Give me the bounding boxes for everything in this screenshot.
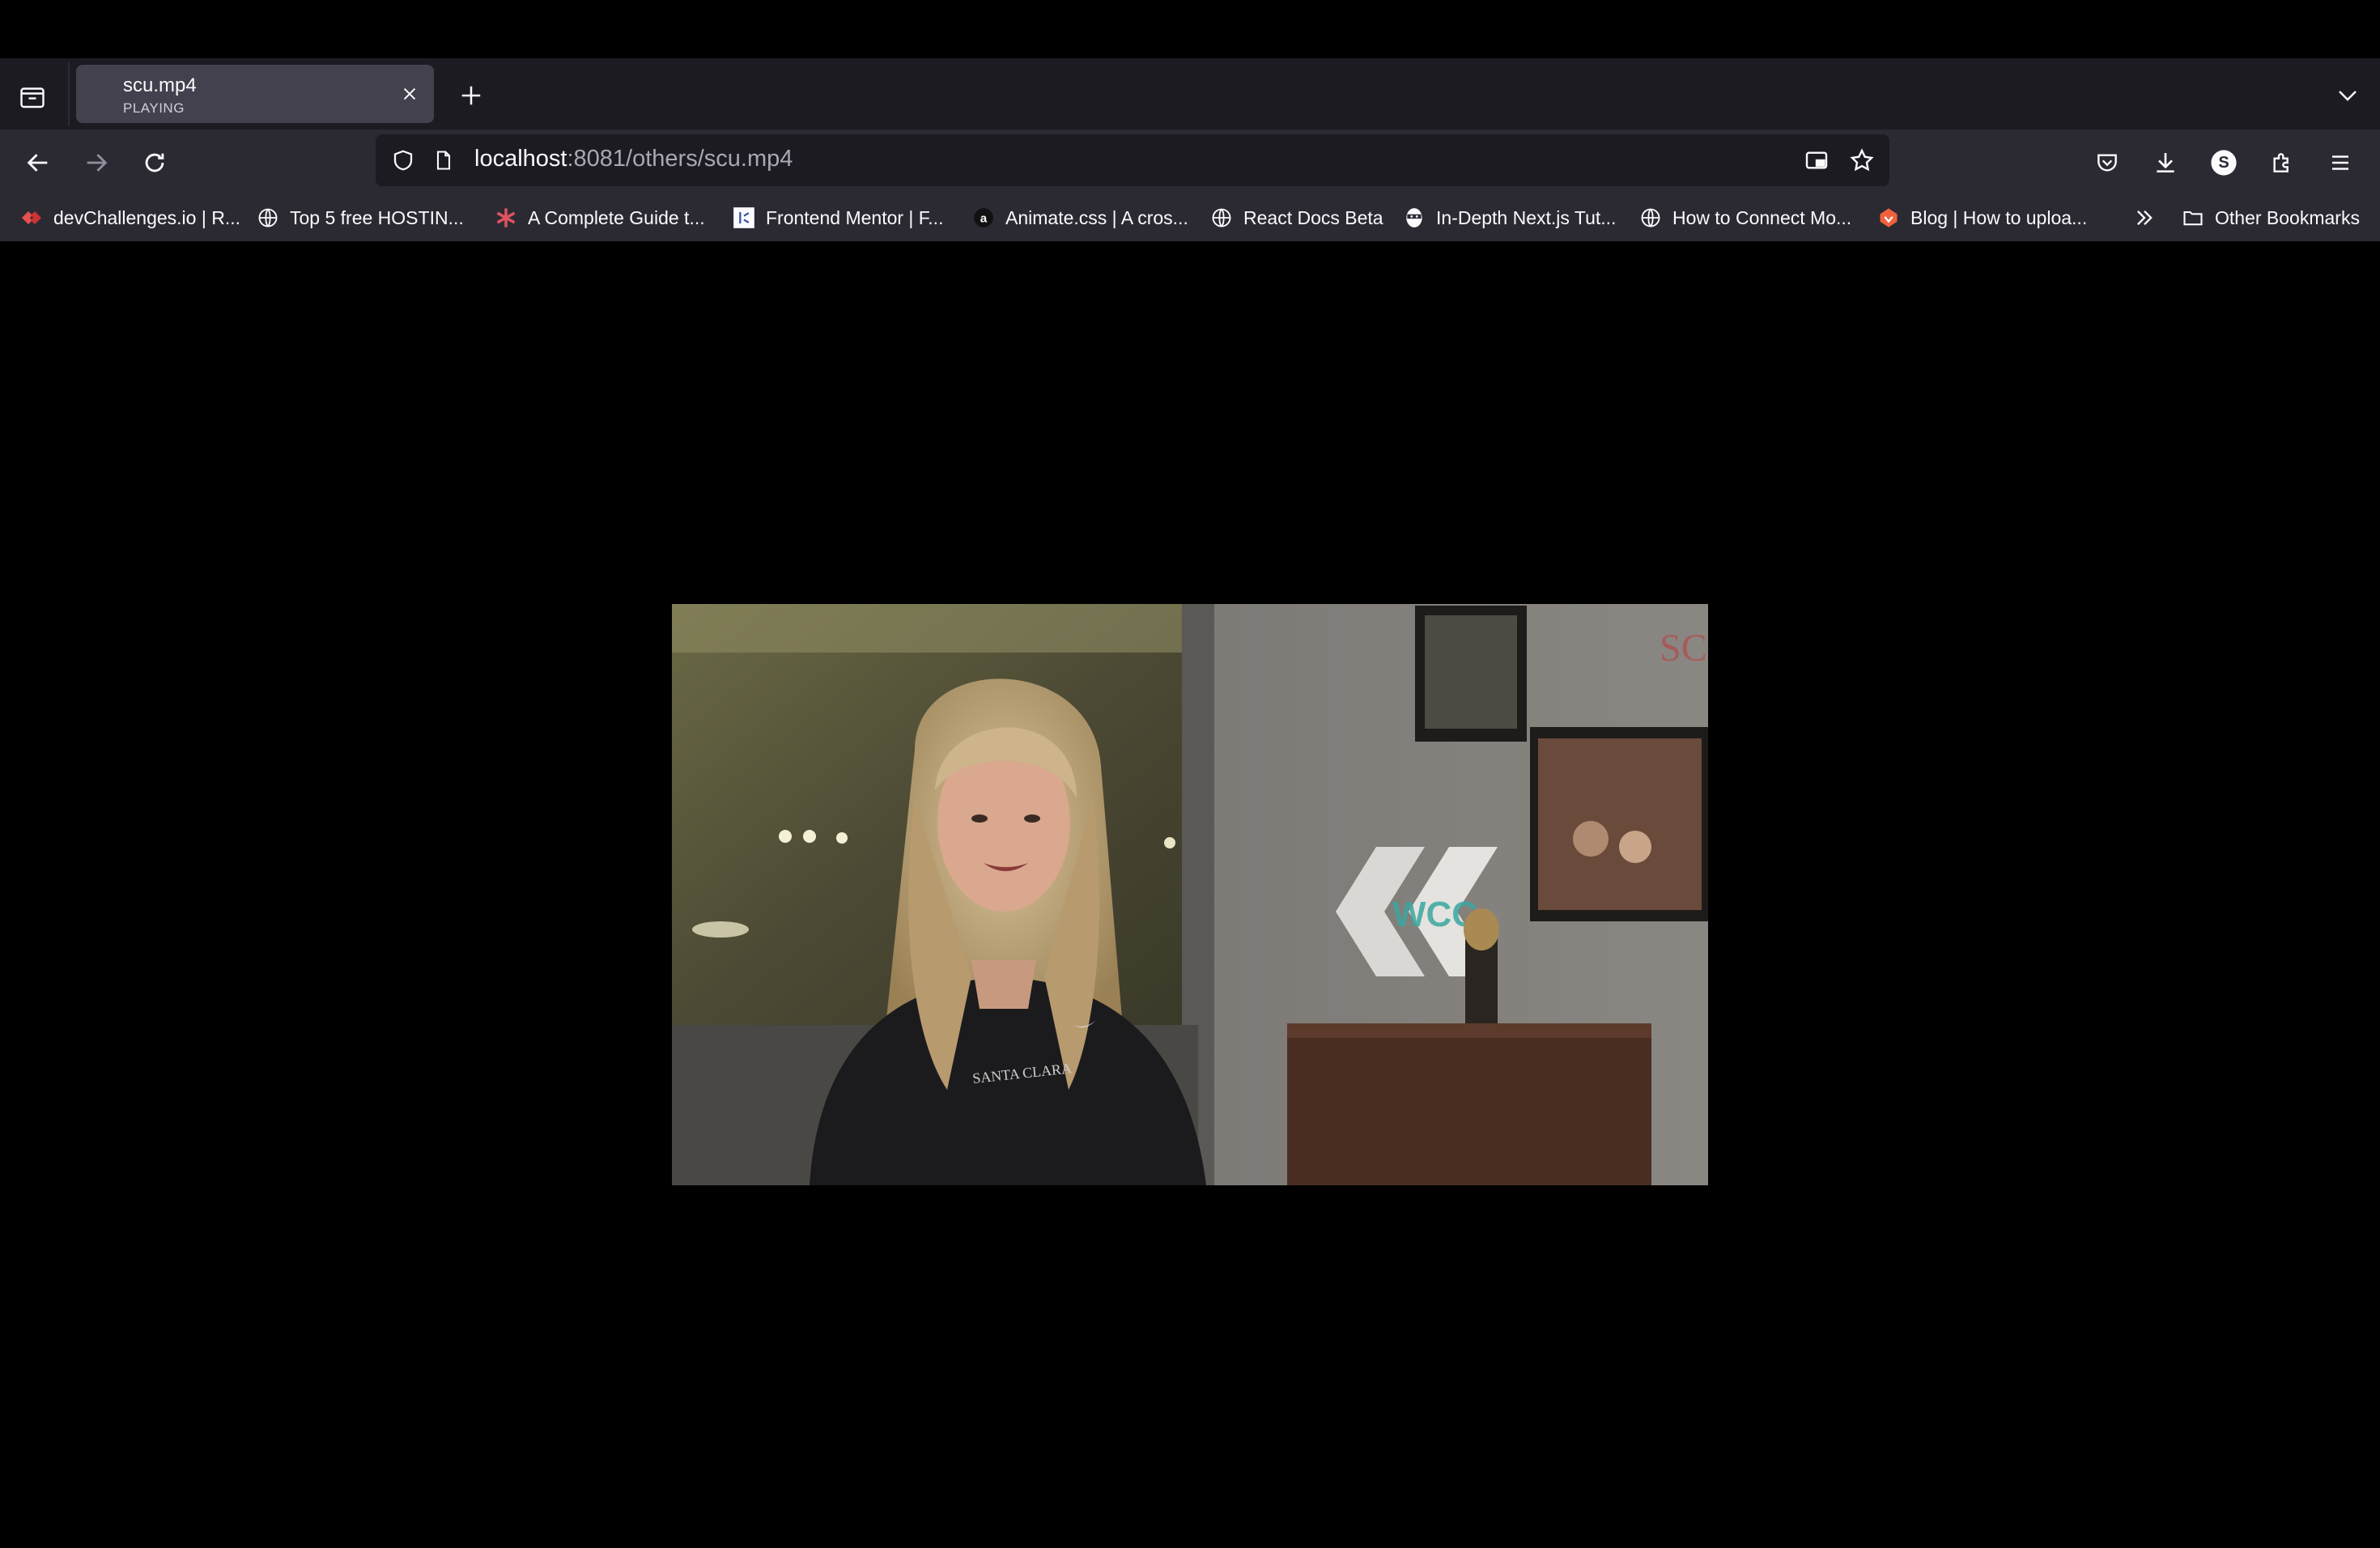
bookmark-star-button[interactable]	[1846, 144, 1878, 176]
bookmark-blog-upload[interactable]: Blog | How to uploa...	[1876, 199, 2087, 236]
chevron-down-icon	[2339, 91, 2357, 101]
page-icon	[436, 151, 451, 170]
forward-button[interactable]	[76, 142, 117, 183]
picture-in-picture-button[interactable]	[1800, 144, 1833, 176]
frontend-mentor-icon	[732, 206, 756, 230]
new-tab-button[interactable]	[453, 78, 489, 113]
account-button[interactable]: S	[2204, 142, 2244, 183]
hamburger-menu-icon	[2332, 155, 2348, 170]
arrow-right-icon	[87, 154, 108, 172]
tab-playing-status: PLAYING	[123, 100, 185, 116]
video-player[interactable]: WCC SC SANTA CLARA	[672, 604, 1708, 1185]
bookmark-complete-guide[interactable]: A Complete Guide t...	[494, 199, 705, 236]
bookmark-frontend-mentor[interactable]: Frontend Mentor | F...	[732, 199, 943, 236]
firefox-view-icon	[20, 87, 45, 108]
globe-icon	[1638, 206, 1663, 230]
bookmark-label: Animate.css | A cros...	[1005, 206, 1188, 228]
download-icon	[2157, 153, 2174, 172]
back-button[interactable]	[18, 142, 58, 183]
bookmark-label: A Complete Guide t...	[528, 206, 705, 228]
devchallenges-icon	[19, 206, 44, 230]
puzzle-icon	[2273, 153, 2289, 172]
animate-icon: a	[971, 206, 996, 230]
pocket-button[interactable]	[2087, 142, 2127, 183]
tracking-protection-button[interactable]	[387, 144, 419, 176]
arrow-left-icon	[27, 154, 48, 172]
shield-icon	[393, 150, 413, 171]
tab-title: scu.mp4	[123, 74, 197, 96]
other-bookmarks-label: Other Bookmarks	[2215, 206, 2360, 228]
list-all-tabs-button[interactable]	[2330, 79, 2365, 112]
plus-icon	[461, 86, 481, 105]
svg-text:a: a	[980, 211, 988, 225]
bookmark-how-to-connect[interactable]: How to Connect Mo...	[1638, 199, 1851, 236]
tab-separator	[68, 62, 70, 126]
window-titlebar	[0, 0, 2380, 58]
url-host: localhost	[474, 146, 567, 172]
url-path: :8081/others/scu.mp4	[567, 146, 793, 172]
globe-icon	[256, 206, 280, 230]
other-bookmarks-folder[interactable]: Other Bookmarks	[2181, 199, 2360, 236]
blog-icon	[1876, 206, 1901, 230]
video-frame: WCC SC SANTA CLARA	[672, 604, 1708, 1185]
firefox-view-button[interactable]	[16, 81, 49, 113]
extensions-button[interactable]	[2262, 142, 2302, 183]
chevron-double-right-icon	[2132, 206, 2157, 230]
globe-icon	[1209, 206, 1234, 230]
bookmark-label: React Docs Beta	[1243, 206, 1383, 228]
address-bar[interactable]: localhost:8081/others/scu.mp4	[376, 134, 1889, 186]
bookmark-label: Frontend Mentor | F...	[766, 206, 944, 228]
bookmark-animate-css[interactable]: a Animate.css | A cros...	[971, 199, 1188, 236]
bookmark-label: How to Connect Mo...	[1672, 206, 1852, 228]
reload-icon	[145, 153, 164, 172]
scu-watermark: SC	[1660, 627, 1707, 670]
navigation-toolbar: localhost:8081/others/scu.mp4 S	[0, 130, 2380, 194]
bookmark-hosting[interactable]: Top 5 free HOSTIN...	[256, 199, 464, 236]
downloads-button[interactable]	[2145, 142, 2186, 183]
site-info-button[interactable]	[427, 144, 460, 176]
star-icon	[1850, 148, 1874, 172]
bookmark-devchallenges[interactable]: devChallenges.io | R...	[19, 199, 240, 236]
bookmark-label: devChallenges.io | R...	[53, 206, 240, 228]
app-menu-button[interactable]	[2320, 142, 2361, 183]
account-initial: S	[2218, 154, 2229, 172]
folder-icon	[2181, 206, 2205, 230]
bookmark-react-docs[interactable]: React Docs Beta	[1209, 199, 1383, 236]
more-bookmarks-button[interactable]	[2132, 199, 2157, 236]
page-content: WCC SC SANTA CLARA	[0, 241, 2380, 1548]
tab-scu-mp4[interactable]: scu.mp4 PLAYING	[76, 65, 434, 123]
asterisk-icon	[494, 206, 518, 230]
reload-button[interactable]	[134, 142, 175, 183]
bookmark-label: Blog | How to uploa...	[1910, 206, 2088, 228]
tab-strip: scu.mp4 PLAYING	[0, 58, 2380, 130]
picture-in-picture-icon	[1805, 151, 1828, 169]
bookmark-label: In-Depth Next.js Tut...	[1436, 206, 1617, 228]
bookmarks-toolbar: devChallenges.io | R... Top 5 free HOSTI…	[0, 194, 2380, 241]
bookmark-nextjs-tutorial[interactable]: In-Depth Next.js Tut...	[1402, 199, 1616, 236]
pocket-icon	[2097, 154, 2117, 172]
url-text[interactable]: localhost:8081/others/scu.mp4	[474, 146, 793, 172]
close-icon	[403, 87, 416, 100]
tab-close-button[interactable]	[397, 81, 423, 107]
ninja-icon	[1402, 206, 1426, 230]
bookmark-label: Top 5 free HOSTIN...	[290, 206, 464, 228]
